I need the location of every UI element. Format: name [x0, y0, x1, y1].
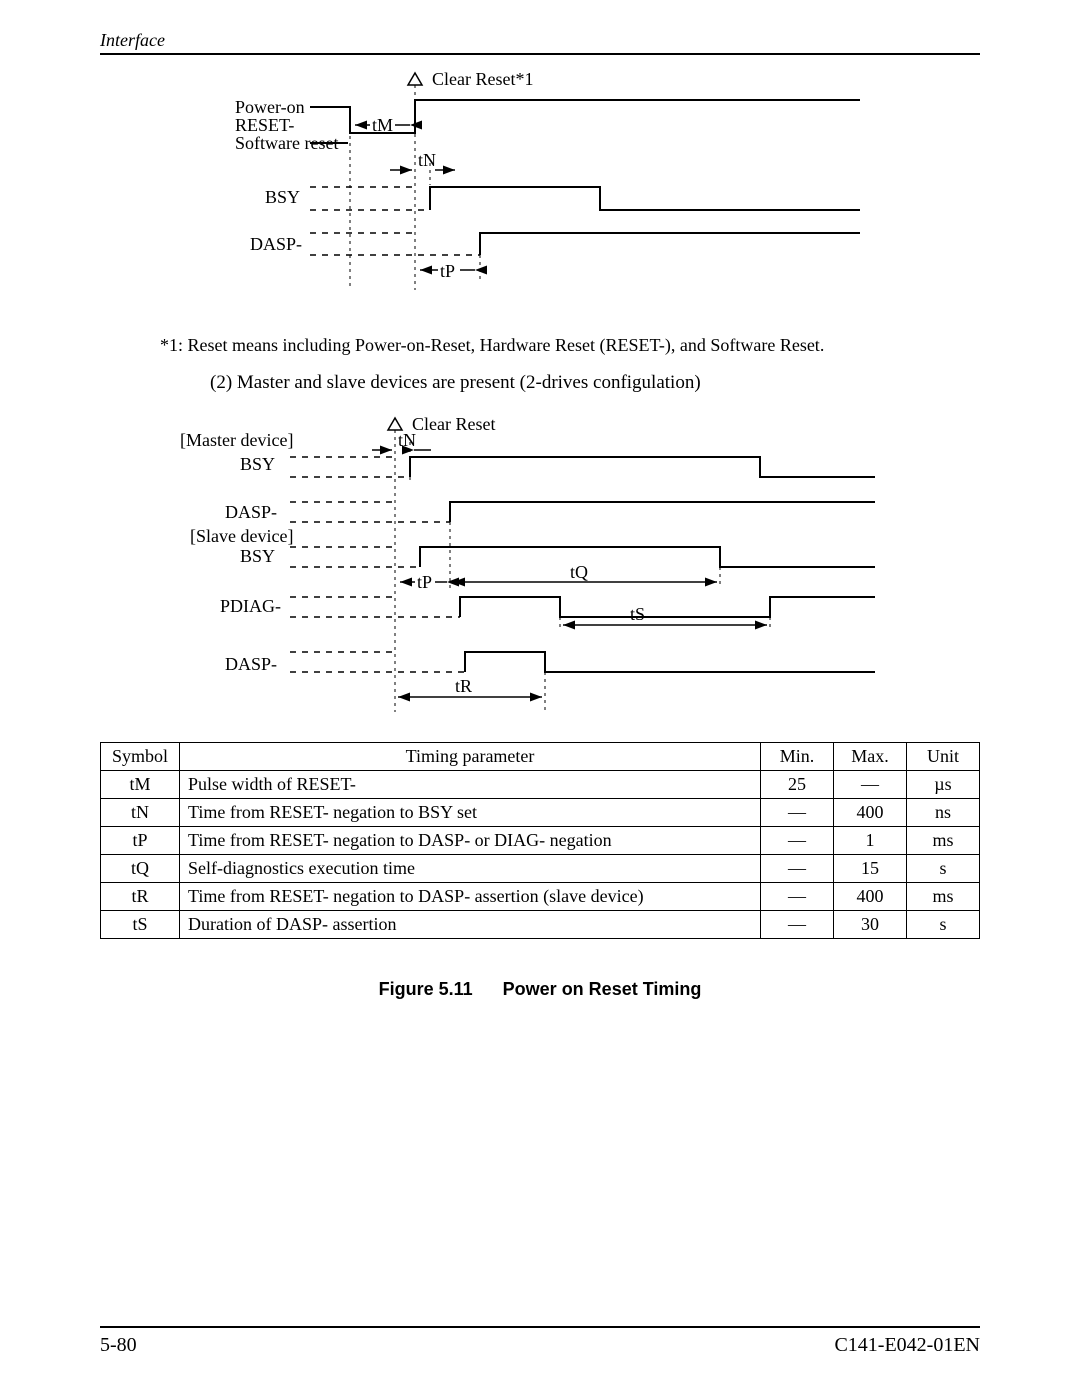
header-left: Interface — [100, 30, 165, 51]
table-row: tN Time from RESET- negation to BSY set … — [101, 799, 980, 827]
page-footer: 5-80 C141-E042-01EN — [100, 1326, 980, 1357]
d2-pdiag: PDIAG- — [220, 596, 281, 616]
table-row: tR Time from RESET- negation to DASP- as… — [101, 883, 980, 911]
timing-diagram-2: Clear Reset [Master device] tN BSY DASP-… — [140, 412, 920, 722]
timing-table: Symbol Timing parameter Min. Max. Unit t… — [100, 742, 980, 939]
d2-tN: tN — [398, 430, 416, 450]
label-master: [Master device] — [180, 430, 293, 450]
label-power-on: Power-on — [235, 97, 305, 117]
clear-reset-2: Clear Reset — [412, 414, 495, 434]
label-dasp: DASP- — [250, 234, 302, 254]
d2-dasp1: DASP- — [225, 502, 277, 522]
subheading-2: (2) Master and slave devices are present… — [210, 372, 980, 394]
d2-tP: tP — [417, 572, 432, 592]
table-row: tM Pulse width of RESET- 25 — µs — [101, 771, 980, 799]
d2-tQ: tQ — [570, 562, 588, 582]
clear-reset-marker: Clear Reset*1 — [408, 69, 533, 89]
doc-id: C141-E042-01EN — [834, 1334, 980, 1357]
d2-dasp2: DASP- — [225, 654, 277, 674]
d2-tS: tS — [630, 604, 645, 624]
table-row: tQ Self-diagnostics execution time — 15 … — [101, 855, 980, 883]
d2-tR: tR — [455, 676, 472, 696]
th-min: Min. — [761, 743, 834, 771]
page: Interface Clear Reset*1 Power-on — [0, 0, 1080, 1397]
label-tN: tN — [418, 150, 436, 170]
diagram-1: Clear Reset*1 Power-on RESET- Software r… — [140, 55, 980, 315]
reset-note: *1: Reset means including Power-on-Reset… — [160, 335, 980, 356]
label-reset: RESET- — [235, 115, 294, 135]
label-tM: tM — [372, 115, 393, 135]
d2-bsy2: BSY — [240, 546, 275, 566]
th-param: Timing parameter — [180, 743, 761, 771]
figure-number: Figure 5.11 — [379, 979, 473, 999]
label-tP: tP — [440, 261, 455, 281]
diagram-2: Clear Reset [Master device] tN BSY DASP-… — [140, 412, 980, 722]
figure-title: Power on Reset Timing — [503, 979, 702, 999]
table-row: tP Time from RESET- negation to DASP- or… — [101, 827, 980, 855]
figure-caption: Figure 5.11 Power on Reset Timing — [100, 979, 980, 1000]
footer-rule — [100, 1326, 980, 1328]
th-max: Max. — [834, 743, 907, 771]
label-bsy: BSY — [265, 187, 300, 207]
table-row: tS Duration of DASP- assertion — 30 s — [101, 911, 980, 939]
th-symbol: Symbol — [101, 743, 180, 771]
timing-diagram-1: Clear Reset*1 Power-on RESET- Software r… — [140, 55, 900, 315]
label-slave: [Slave device] — [190, 526, 293, 546]
page-number: 5-80 — [100, 1334, 137, 1357]
d2-bsy1: BSY — [240, 454, 275, 474]
clear-reset-label: Clear Reset*1 — [432, 69, 533, 89]
th-unit: Unit — [907, 743, 980, 771]
page-header: Interface — [100, 30, 980, 53]
